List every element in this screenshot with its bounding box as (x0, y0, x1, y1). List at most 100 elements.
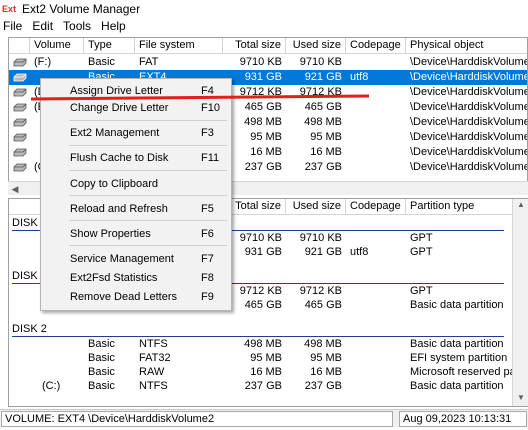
partition-used-size: 465 GB (304, 299, 342, 311)
menu-item-label: Copy to Clipboard (70, 178, 159, 190)
col-used-size[interactable]: Used size (286, 38, 346, 54)
volume-letter: (F:) (34, 56, 52, 68)
disk-col-used-size[interactable]: Used size (286, 199, 346, 215)
left-arrow-icon[interactable]: ◀ (9, 183, 21, 195)
window-title: Ext2 Volume Manager (22, 1, 141, 16)
show-properties-menu-item[interactable]: Show Properties F6 (41, 225, 231, 244)
blank-cell (9, 365, 30, 380)
drive-icon (13, 163, 27, 171)
partition-kind: Basic (88, 380, 115, 392)
reload-and-refresh-menu-item[interactable]: Reload and Refresh F5 (41, 200, 231, 219)
title-bar: Ext Ext2 Volume Manager (0, 0, 528, 17)
volume-total-size: 931 GB (244, 71, 282, 83)
partition-total-size: 95 MB (250, 352, 282, 364)
partition-codepage (346, 298, 406, 313)
partition-used-size: 921 GB (304, 246, 342, 258)
col-volume[interactable]: Volume (30, 38, 84, 54)
remove-dead-letters-menu-item[interactable]: Remove Dead Letters F9 (41, 288, 231, 307)
drive-icon-cell (9, 70, 30, 85)
menu-item-shortcut: F11 (201, 152, 220, 164)
status-volume: VOLUME: EXT4 \Device\HarddiskVolume2 (1, 411, 393, 427)
volume-codepage (346, 85, 406, 100)
flush-cache-to-disk-menu-item[interactable]: Flush Cache to Disk F11 (41, 149, 231, 168)
service-management-menu-item[interactable]: Service Management F7 (41, 250, 231, 269)
volume-used-size: 465 GB (304, 101, 342, 113)
partition-used-size: 498 MB (304, 338, 342, 350)
drive-icon (13, 73, 27, 81)
volume-total-size: 95 MB (250, 131, 282, 143)
partition-total-size: 9712 KB (239, 285, 282, 297)
partition-kind: Basic (88, 338, 115, 350)
partition-row[interactable]: (C:) Basic NTFS 237 GB 237 GB Basic data part… (9, 379, 527, 394)
disk-label[interactable]: DISK 2 (12, 322, 47, 336)
volume-total-size: 237 GB (244, 161, 282, 173)
partition-total-size: 237 GB (244, 380, 282, 392)
partition-codepage (346, 351, 406, 366)
volume-used-size: 498 MB (304, 116, 342, 128)
volume-codepage (346, 55, 406, 70)
partition-type: Basic data partition (410, 338, 504, 350)
menu-item-label: Reload and Refresh (70, 203, 168, 215)
col-filesystem[interactable]: File system (135, 38, 223, 54)
disk-col-partition-type[interactable]: Partition type (406, 199, 527, 215)
down-arrow-icon[interactable]: ▼ (515, 393, 527, 405)
volume-total-size: 465 GB (244, 101, 282, 113)
up-arrow-icon[interactable]: ▲ (515, 200, 527, 212)
menu-item-shortcut: F5 (201, 203, 214, 215)
partition-filesystem: NTFS (139, 338, 168, 350)
disk-col-total-size[interactable]: Total size (223, 199, 286, 215)
col-total-size[interactable]: Total size (223, 38, 286, 54)
volume-codepage (346, 100, 406, 115)
partition-total-size: 465 GB (244, 299, 282, 311)
menu-help[interactable]: Help (96, 17, 131, 36)
partition-kind: Basic (88, 352, 115, 364)
drive-icon (13, 118, 27, 126)
drive-icon (13, 103, 27, 111)
menu-tools[interactable]: Tools (58, 17, 96, 36)
partition-used-size: 237 GB (304, 380, 342, 392)
vertical-scrollbar[interactable]: ▲ ▼ (512, 199, 528, 406)
volume-codepage: utf8 (350, 71, 369, 83)
volume-used-size: 9710 KB (299, 56, 342, 68)
menu-item-label: Service Management (70, 253, 174, 265)
partition-type: GPT (410, 232, 433, 244)
volume-row[interactable]: (F:) Basic FAT 9710 KB 9710 KB \Device\Harddi… (9, 55, 527, 70)
volume-codepage (346, 160, 406, 175)
partition-type: Basic data partition (410, 380, 504, 392)
volume-physical-object: \Device\HarddiskVolume5 (410, 116, 528, 128)
drive-icon (13, 133, 27, 141)
volume-total-size: 498 MB (244, 116, 282, 128)
col-physical-object[interactable]: Physical object (406, 38, 527, 54)
blank-cell (9, 245, 30, 260)
menu-separator (69, 195, 227, 196)
menu-item-shortcut: F10 (201, 102, 220, 114)
drive-icon (13, 88, 27, 96)
blank-cell (9, 231, 30, 246)
menu-item-shortcut: F3 (201, 127, 214, 139)
drive-icon (13, 58, 27, 66)
col-codepage[interactable]: Codepage (346, 38, 406, 54)
partition-used-size: 95 MB (310, 352, 342, 364)
change-drive-letter-menu-item[interactable]: Change Drive Letter F10 (41, 99, 231, 118)
menu-file[interactable]: File (0, 17, 27, 36)
menu-separator (69, 145, 227, 146)
partition-codepage (346, 379, 406, 394)
ext2-management-menu-item[interactable]: Ext2 Management F3 (41, 124, 231, 143)
menu-edit[interactable]: Edit (27, 17, 58, 36)
partition-row[interactable]: Basic FAT32 95 MB 95 MB EFI system partition (9, 351, 527, 366)
partition-row[interactable]: Basic NTFS 498 MB 498 MB Basic data partitio… (9, 337, 527, 352)
partition-row[interactable]: Basic RAW 16 MB 16 MB Microsoft reserved par… (9, 365, 528, 380)
partition-type: Microsoft reserved partiti (410, 366, 528, 378)
partition-volume (30, 365, 84, 380)
volume-codepage (346, 145, 406, 160)
col-type[interactable]: Type (84, 38, 135, 54)
ext2fsd-statistics-menu-item[interactable]: Ext2Fsd Statistics F8 (41, 269, 231, 288)
drive-icon-cell (9, 100, 30, 115)
disk-col-codepage[interactable]: Codepage (346, 199, 406, 215)
blank-cell (9, 337, 30, 352)
copy-to-clipboard-menu-item[interactable]: Copy to Clipboard (41, 175, 231, 194)
partition-volume (30, 337, 84, 352)
volume-physical-object: \Device\HarddiskVolume6 (410, 131, 528, 143)
menu-separator (69, 220, 227, 221)
app-icon: Ext (2, 3, 17, 14)
